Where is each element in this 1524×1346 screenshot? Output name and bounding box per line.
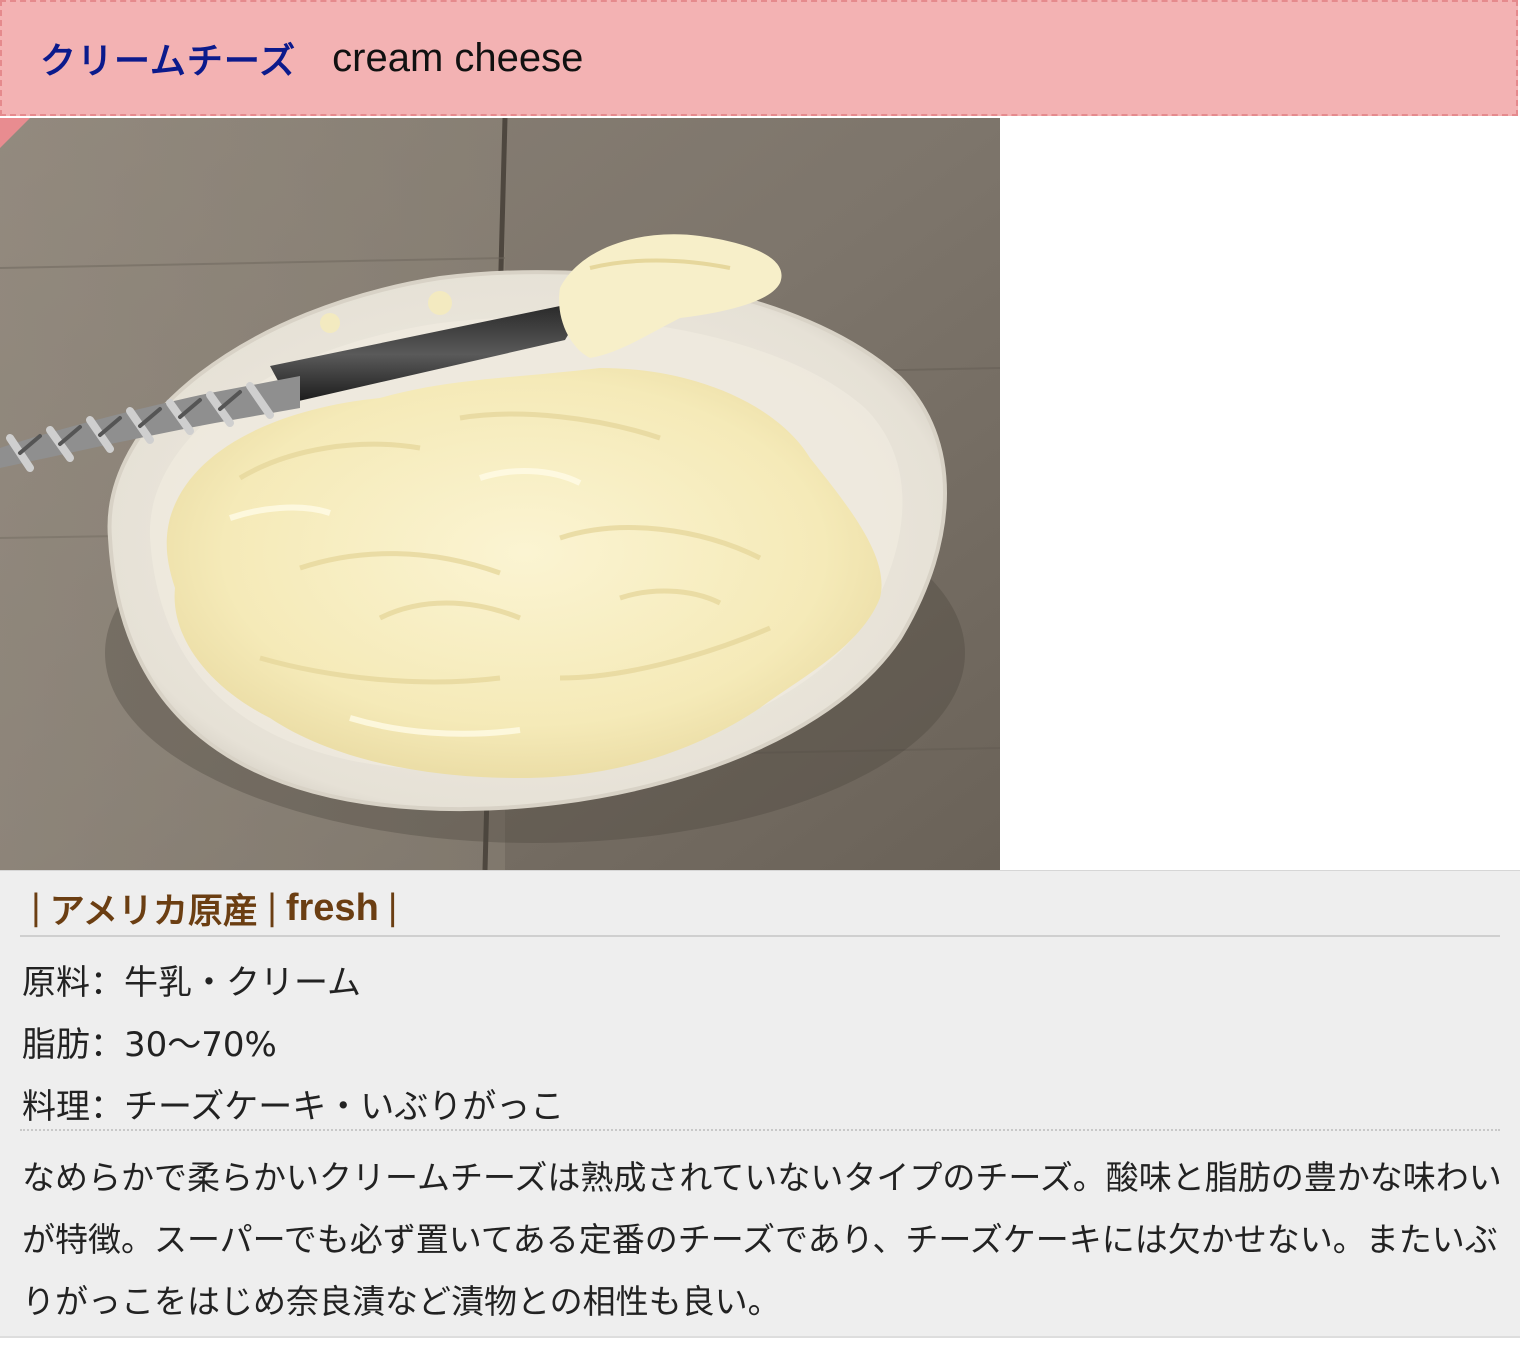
ribbon-tail [0,118,30,148]
title-english: cream cheese [332,35,584,80]
spec-ingredients: 原料：牛乳・クリーム [22,963,361,1003]
tag-separator: | [30,888,42,928]
dotted-divider [20,1129,1500,1131]
tag-separator: | [266,888,278,928]
title-banner: クリームチーズ cream cheese [0,0,1518,116]
spec-fat: 脂肪：30〜70% [22,1025,277,1065]
description: なめらかで柔らかいクリームチーズは熟成されていないタイプのチーズ。酸味と脂肪の豊… [22,1158,1502,1321]
tag-row: | アメリカ原産 | fresh | [22,881,407,935]
cheese-card: クリームチーズ cream cheese | アメリカ原産 | fresh | … [0,0,1524,1346]
tag-type: fresh [285,886,379,929]
cream-cheese-photo [0,118,1000,870]
bottom-border [0,1336,1520,1338]
info-panel: | アメリカ原産 | fresh | 原料：牛乳・クリーム 脂肪：30〜70% … [0,870,1520,1336]
divider [20,935,1500,937]
spec-dishes: 料理：チーズケーキ・いぶりがっこ [22,1087,565,1127]
title-japanese: クリームチーズ [40,41,297,82]
tag-separator: | [386,888,399,928]
tag-origin: アメリカ原産 [49,891,259,932]
